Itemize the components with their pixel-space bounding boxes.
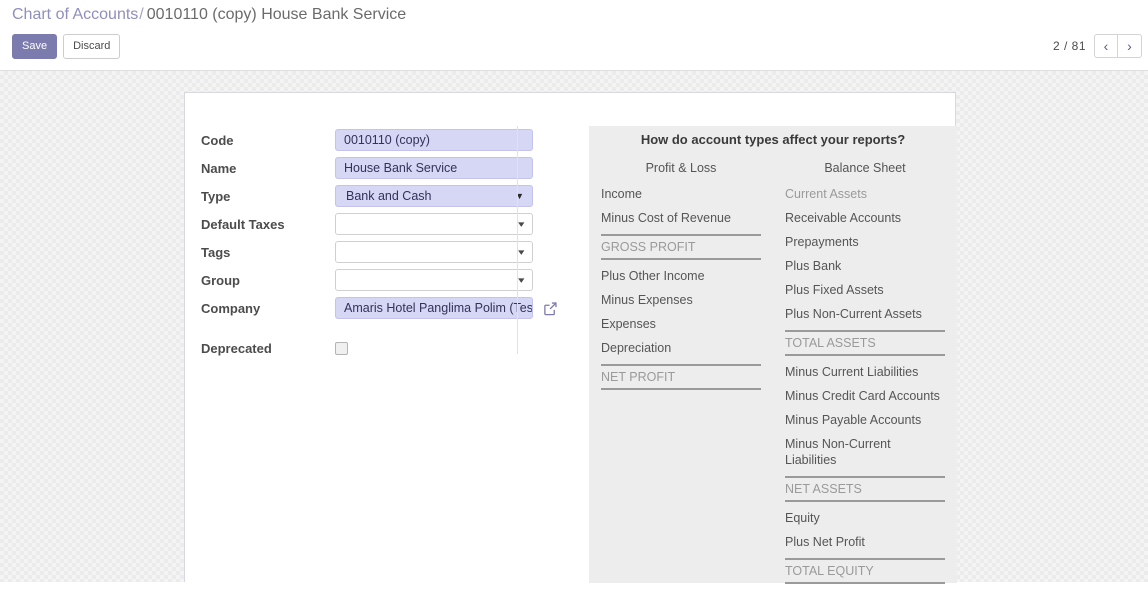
name-input[interactable]: House Bank Service: [335, 157, 533, 179]
info-list-item: Minus Expenses: [601, 293, 693, 307]
field-row-company: Company Amaris Hotel Panglima Polim (Tes▾: [201, 294, 589, 322]
type-input[interactable]: Bank and Cash ▼: [335, 185, 533, 207]
field-row-tags: Tags ▾: [201, 238, 589, 266]
chevron-down-icon: ▾: [518, 247, 525, 257]
info-column-header: Balance Sheet: [824, 161, 906, 175]
group-input[interactable]: ▾: [335, 269, 533, 291]
field-control: Amaris Hotel Panglima Polim (Tes▾: [335, 297, 589, 319]
type-value: Bank and Cash: [346, 189, 432, 203]
pager-previous-button[interactable]: ‹: [1094, 34, 1118, 58]
deprecated-checkbox[interactable]: [335, 341, 348, 355]
info-column-header: Profit & Loss: [645, 161, 717, 175]
pager-count: 2 / 81: [1052, 39, 1086, 53]
company-input[interactable]: Amaris Hotel Panglima Polim (Tes▾: [335, 297, 533, 319]
info-list-item: Plus Bank: [785, 259, 842, 273]
account-form: Code 0010110 (copy) Name House Bank Service…: [185, 93, 589, 582]
info-list-item: Plus Fixed Assets: [785, 283, 884, 297]
company-value: Amaris Hotel Panglima Polim (Tes: [344, 301, 533, 315]
info-list-item: Minus Non-Current Liabilities: [785, 437, 891, 467]
field-row-group: Group ▾: [201, 266, 589, 294]
discard-button[interactable]: Discard: [63, 34, 121, 59]
breadcrumb: Chart of Accounts/0010110 (copy) House B…: [12, 4, 406, 26]
info-column-balance-sheet: Balance Sheet Current Assets Receivable Ac…: [773, 161, 957, 592]
info-list-item: Minus Payable Accounts: [785, 413, 922, 427]
breadcrumb-root-link[interactable]: Chart of Accounts: [12, 6, 138, 23]
info-column-profit-loss: Profit & Loss Income Minus Cost of Revenue…: [589, 161, 773, 592]
account-types-info-panel: How do account types affect your reports…: [589, 126, 957, 584]
tags-input[interactable]: ▾: [335, 241, 533, 263]
info-total-row: TOTAL ASSETS: [785, 330, 945, 356]
breadcrumb-current: 0010110 (copy) House Bank Service: [146, 6, 407, 23]
info-list-item: Income: [601, 187, 642, 201]
info-total-row: NET ASSETS: [785, 476, 945, 502]
field-label-group: Group: [201, 272, 240, 288]
info-list-item: Current Assets: [785, 187, 867, 201]
field-label-tags: Tags: [201, 244, 231, 260]
field-row-type: Type Bank and Cash ▼: [201, 182, 589, 210]
field-label-deprecated: Deprecated: [201, 340, 272, 356]
form-divider: [517, 126, 518, 354]
info-list-item: Minus Current Liabilities: [785, 365, 919, 379]
chevron-right-icon: ›: [1127, 38, 1132, 54]
field-label-code: Code: [201, 132, 234, 148]
field-control: ▾: [335, 241, 589, 263]
form-action-buttons: Save Discard: [12, 34, 121, 59]
field-row-name: Name House Bank Service: [201, 154, 589, 182]
field-control: 0010110 (copy): [335, 129, 589, 151]
name-value: House Bank Service: [344, 161, 458, 175]
field-control: Bank and Cash ▼: [335, 185, 589, 207]
chevron-down-icon: ▾: [532, 299, 533, 317]
save-button[interactable]: Save: [12, 34, 58, 59]
info-list-item: Plus Other Income: [601, 269, 705, 283]
field-label-company: Company: [201, 300, 261, 316]
chevron-left-icon: ‹: [1103, 38, 1109, 54]
field-label-default-taxes: Default Taxes: [201, 216, 285, 232]
default-taxes-input[interactable]: ▾: [335, 213, 533, 235]
info-panel-columns: Profit & Loss Income Minus Cost of Revenue…: [589, 161, 957, 592]
info-list-item: Receivable Accounts: [785, 211, 902, 225]
field-label-type: Type: [201, 188, 231, 204]
pager-next-button[interactable]: ›: [1118, 34, 1142, 58]
field-control: House Bank Service: [335, 157, 589, 179]
breadcrumb-separator: /: [139, 6, 144, 23]
info-list-item: Prepayments: [785, 235, 859, 249]
chevron-down-icon: ▾: [518, 219, 525, 229]
info-list-item: Plus Net Profit: [785, 535, 865, 549]
form-fields: Code 0010110 (copy) Name House Bank Service…: [201, 126, 589, 362]
info-list-item: Expenses: [601, 317, 656, 331]
control-panel: Chart of Accounts/0010110 (copy) House B…: [0, 0, 1148, 71]
info-total-row: NET PROFIT: [601, 364, 761, 390]
field-row-deprecated: Deprecated: [201, 334, 589, 362]
info-list-item: Depreciation: [601, 341, 672, 355]
info-panel-title: How do account types affect your reports…: [640, 132, 906, 147]
info-total-row: GROSS PROFIT: [601, 234, 761, 260]
info-total-row: TOTAL EQUITY: [785, 558, 945, 584]
form-sheet: Code 0010110 (copy) Name House Bank Service…: [184, 92, 957, 584]
field-row-default-taxes: Default Taxes ▾: [201, 210, 589, 238]
info-list-item: Minus Credit Card Accounts: [785, 389, 940, 403]
code-input[interactable]: 0010110 (copy): [335, 129, 533, 151]
field-row-code: Code 0010110 (copy): [201, 126, 589, 154]
info-list-item: Plus Non-Current Assets: [785, 307, 922, 321]
info-list-item: Minus Cost of Revenue: [601, 211, 731, 225]
chevron-down-icon: ▾: [518, 275, 525, 285]
record-pager: 2 / 81 ‹ ›: [1053, 34, 1142, 58]
field-control: [335, 341, 589, 355]
field-control: ▾: [335, 213, 589, 235]
field-control: ▾: [335, 269, 589, 291]
code-value: 0010110 (copy): [344, 133, 430, 147]
info-list-item: Equity: [785, 511, 820, 525]
field-label-name: Name: [201, 160, 237, 176]
external-link-icon[interactable]: [543, 301, 558, 316]
